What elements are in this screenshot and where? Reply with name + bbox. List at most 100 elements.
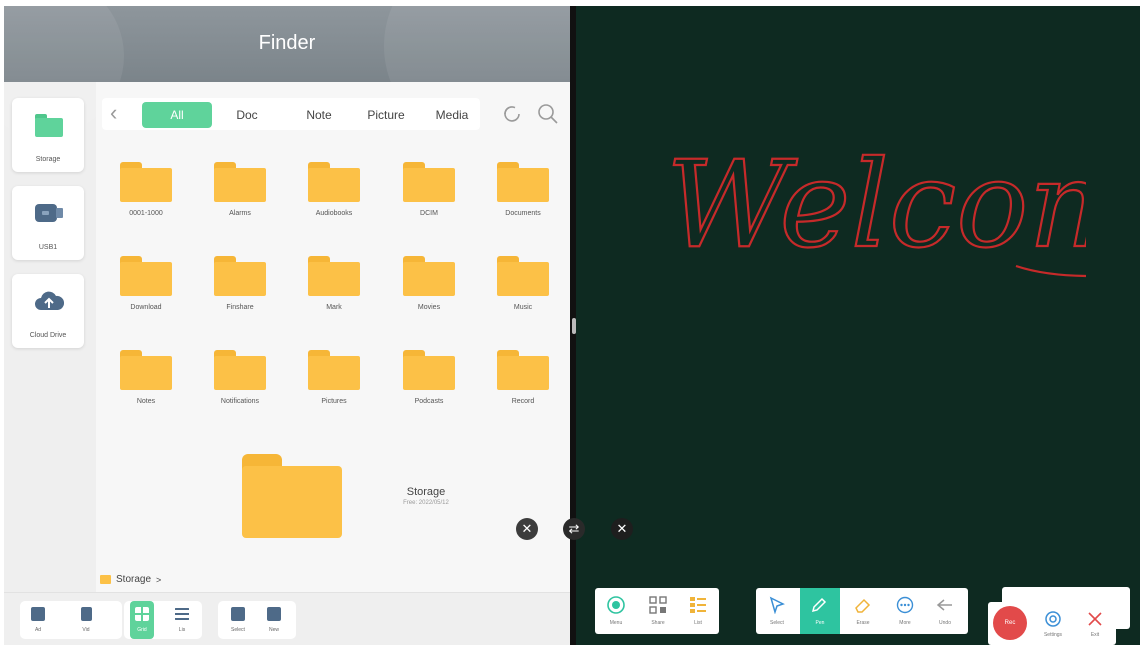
select-icon bbox=[231, 607, 245, 621]
breadcrumb-arrow: > bbox=[156, 574, 162, 585]
svg-text:Welcome: Welcome bbox=[666, 136, 1086, 275]
grid-view-button[interactable]: Grid bbox=[130, 601, 154, 639]
toolbar-group-view: Grid Lis bbox=[124, 601, 202, 639]
folder-icon bbox=[308, 256, 360, 296]
whiteboard-canvas[interactable]: Welcome bbox=[576, 6, 1140, 645]
folder-name: Notes bbox=[136, 398, 156, 405]
folder-icon bbox=[214, 162, 266, 202]
pen-icon bbox=[811, 597, 827, 613]
folder-name: Music bbox=[513, 304, 533, 311]
list-button[interactable]: List bbox=[683, 588, 713, 634]
document-icon bbox=[81, 607, 92, 621]
erase-tool-button[interactable]: Erase bbox=[848, 588, 878, 634]
folder-item[interactable]: Record bbox=[493, 350, 553, 405]
folder-item[interactable]: Notifications bbox=[210, 350, 270, 405]
sidebar-item-label: Cloud Drive bbox=[29, 332, 67, 339]
folder-icon bbox=[120, 256, 172, 296]
folder-icon bbox=[497, 256, 549, 296]
refresh-icon[interactable] bbox=[500, 102, 524, 126]
settings-button[interactable]: Settings bbox=[1038, 602, 1068, 645]
folder-name: 0001-1000 bbox=[129, 210, 163, 217]
search-icon[interactable] bbox=[536, 102, 560, 126]
folder-name: Audiobooks bbox=[315, 210, 353, 217]
list-icon bbox=[690, 597, 706, 613]
menu-button[interactable]: Menu bbox=[601, 588, 631, 634]
record-button[interactable]: Rec bbox=[993, 606, 1027, 640]
storage-folder-icon[interactable] bbox=[242, 454, 342, 538]
usb-icon bbox=[35, 204, 63, 222]
folder-icon bbox=[403, 162, 455, 202]
folder-name: Download bbox=[130, 304, 162, 311]
breadcrumb-path: Storage bbox=[116, 574, 152, 585]
add-button[interactable]: Ad bbox=[26, 601, 50, 639]
folder-name: Documents bbox=[505, 210, 541, 217]
swap-panels-button[interactable]: ⇄ bbox=[563, 518, 585, 540]
filter-tabbar: ‹ All Doc Note Picture Media bbox=[102, 98, 480, 130]
cloud-upload-icon bbox=[35, 291, 64, 310]
folder-item[interactable]: Music bbox=[493, 256, 553, 311]
new-folder-icon bbox=[267, 607, 281, 621]
folder-name: Podcasts bbox=[414, 398, 444, 405]
folder-item[interactable]: Movies bbox=[399, 256, 459, 311]
whiteboard-toolbar-left: Menu Share List bbox=[595, 588, 719, 634]
folder-item[interactable]: DCIM bbox=[399, 162, 459, 217]
close-left-button[interactable]: ✕ bbox=[516, 518, 538, 540]
finder-sidebar: Storage USB1 Cloud Drive bbox=[4, 82, 92, 592]
tab-all[interactable]: All bbox=[142, 102, 212, 128]
whiteboard-toolbar-tools: Select Pen Erase More Undo bbox=[756, 588, 968, 634]
folder-name: Finshare bbox=[226, 304, 254, 311]
screen: Finder Storage USB1 Cloud Drive ‹ All Do… bbox=[0, 0, 1140, 645]
close-icon bbox=[1088, 612, 1102, 626]
folder-name: Record bbox=[511, 398, 535, 405]
list-view-button[interactable]: Lis bbox=[170, 601, 194, 639]
folder-icon bbox=[403, 256, 455, 296]
new-folder-button[interactable]: New bbox=[262, 601, 286, 639]
folder-item[interactable]: 0001-1000 bbox=[116, 162, 176, 217]
toolbar-group-file: Ad Vid bbox=[20, 601, 122, 639]
folder-item[interactable]: Podcasts bbox=[399, 350, 459, 405]
more-icon bbox=[896, 596, 914, 614]
folder-icon bbox=[214, 350, 266, 390]
toolbar-group-edit: Select New bbox=[218, 601, 296, 639]
folder-item[interactable]: Pictures bbox=[304, 350, 364, 405]
folder-name: Movies bbox=[417, 304, 441, 311]
back-chevron-icon[interactable]: ‹ bbox=[110, 102, 130, 125]
more-button[interactable]: More bbox=[890, 588, 920, 634]
tab-picture[interactable]: Picture bbox=[358, 102, 414, 128]
share-button[interactable]: Share bbox=[643, 588, 673, 634]
folder-icon bbox=[403, 350, 455, 390]
folder-item[interactable]: Download bbox=[116, 256, 176, 311]
folder-name: DCIM bbox=[420, 210, 438, 217]
folder-item[interactable]: Audiobooks bbox=[304, 162, 364, 217]
pen-tool-button[interactable]: Pen bbox=[800, 588, 840, 634]
storage-name: Storage bbox=[406, 486, 446, 498]
folder-item[interactable]: Alarms bbox=[210, 162, 270, 217]
tab-media[interactable]: Media bbox=[426, 102, 478, 128]
folder-item[interactable]: Mark bbox=[304, 256, 364, 311]
folder-item[interactable]: Documents bbox=[493, 162, 553, 217]
folder-icon bbox=[100, 575, 111, 584]
storage-info: Free: 2022/05/12 bbox=[403, 500, 449, 506]
grid-icon bbox=[135, 607, 149, 621]
menu-circle-icon bbox=[607, 596, 625, 614]
select-button[interactable]: Select bbox=[226, 601, 250, 639]
folder-item[interactable]: Finshare bbox=[210, 256, 270, 311]
tab-doc[interactable]: Doc bbox=[220, 102, 274, 128]
close-right-button[interactable]: ✕ bbox=[611, 518, 633, 540]
sidebar-item-usb1[interactable]: USB1 bbox=[12, 186, 84, 260]
folder-icon bbox=[497, 162, 549, 202]
video-button[interactable]: Vid bbox=[74, 601, 98, 639]
sidebar-item-cloud-drive[interactable]: Cloud Drive bbox=[12, 274, 84, 348]
undo-icon bbox=[936, 599, 952, 611]
folder-icon bbox=[308, 350, 360, 390]
sidebar-item-label: USB1 bbox=[38, 244, 58, 251]
tab-note[interactable]: Note bbox=[292, 102, 346, 128]
select-tool-button[interactable]: Select bbox=[762, 588, 792, 634]
folder-item[interactable]: Notes bbox=[116, 350, 176, 405]
folder-add-icon bbox=[31, 607, 45, 621]
exit-button[interactable]: Exit bbox=[1080, 602, 1110, 645]
sidebar-item-storage[interactable]: Storage bbox=[12, 98, 84, 172]
storage-icon bbox=[35, 114, 63, 137]
breadcrumb[interactable]: Storage > bbox=[100, 574, 161, 585]
undo-button[interactable]: Undo bbox=[930, 588, 960, 634]
